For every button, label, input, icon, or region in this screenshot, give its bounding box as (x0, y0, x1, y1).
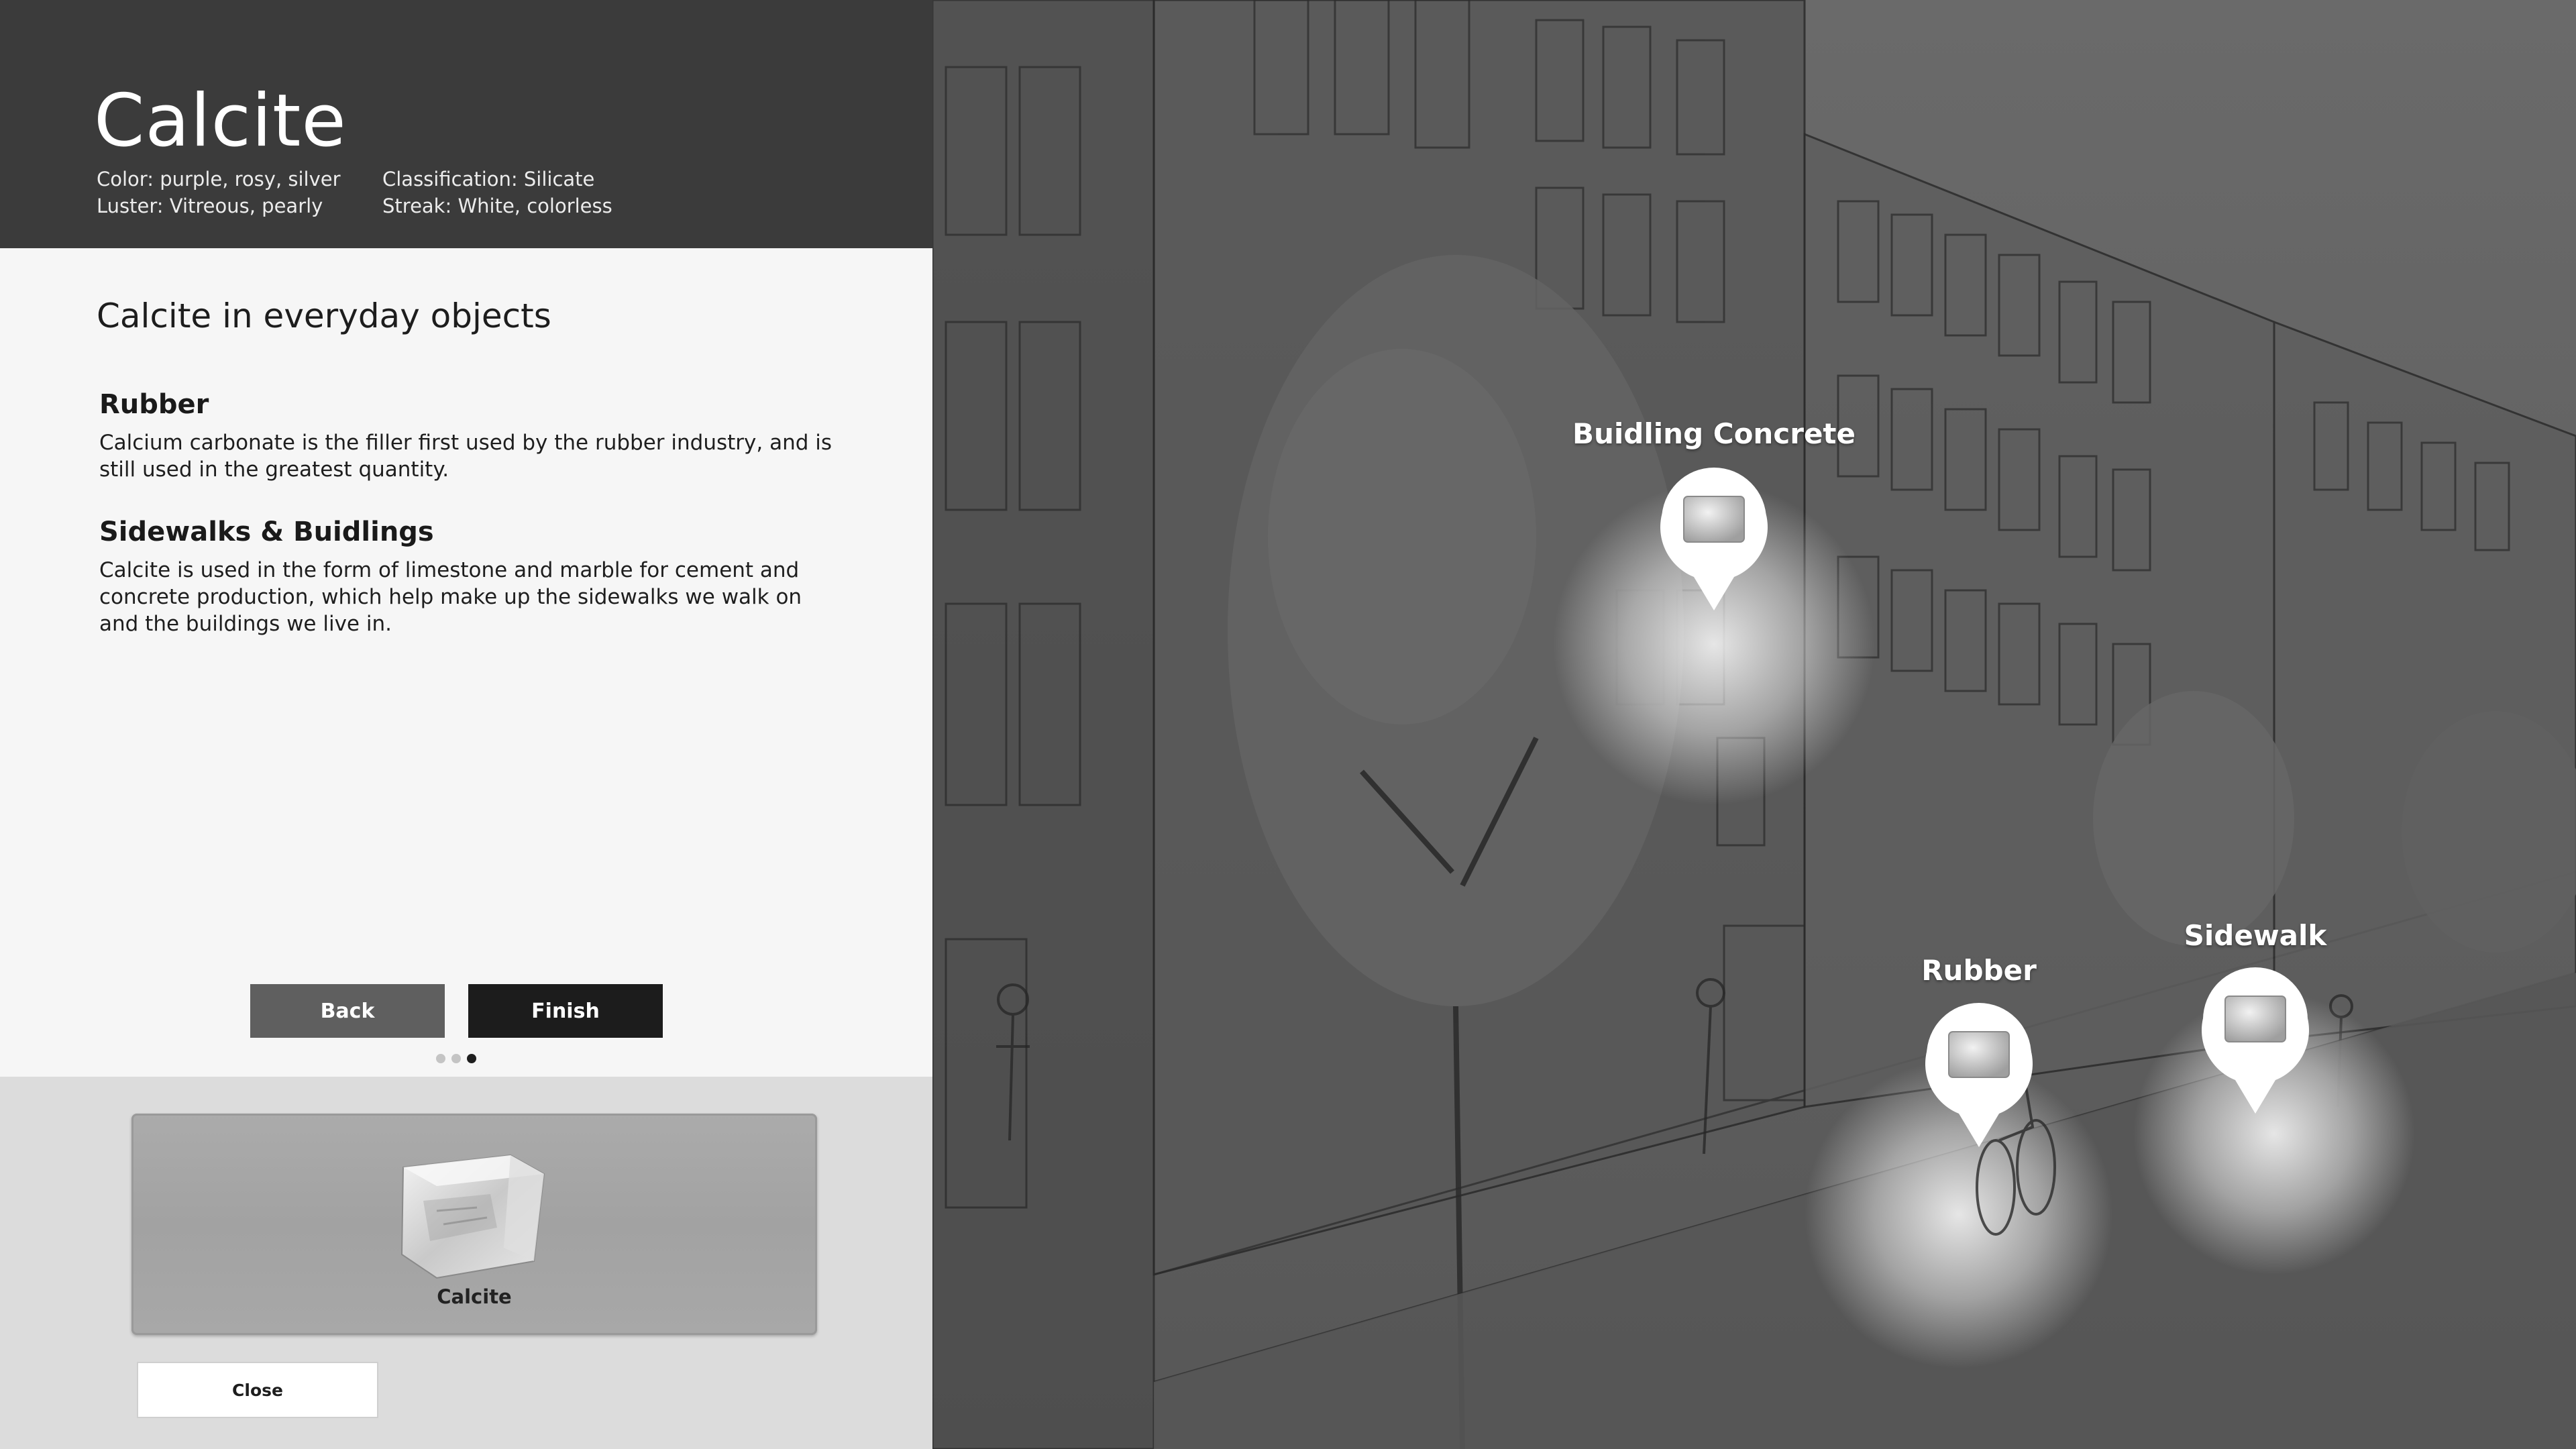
pin-label-rubber[interactable]: Rubber (1921, 954, 2037, 987)
content-area: Calcite in everyday objects Rubber Calci… (0, 248, 932, 1077)
info-panel: Calcite Color: purple, rosy, silver Lust… (0, 0, 932, 1449)
mineral-name: Calcite (94, 79, 347, 163)
page-dot-3-active[interactable] (467, 1054, 476, 1063)
street-scene: Buidling Concrete Rubber Sidewalk (932, 0, 2576, 1449)
mineral-card[interactable]: Calcite (131, 1114, 817, 1335)
close-button[interactable]: Close (137, 1362, 378, 1418)
mineral-classification: Classification: Silicate (382, 168, 595, 191)
page-dot-2[interactable] (451, 1054, 461, 1063)
card-label: Calcite (437, 1285, 512, 1308)
item-body-rubber: Calcium carbonate is the filler first us… (99, 431, 833, 482)
pin-label-building-concrete[interactable]: Buidling Concrete (1572, 417, 1856, 450)
item-title-rubber: Rubber (99, 389, 209, 420)
calcite-crystal-icon (400, 1154, 545, 1279)
collection-tray: Calcite Close (0, 1077, 932, 1449)
mineral-color: Color: purple, rosy, silver (97, 168, 341, 191)
back-button[interactable]: Back (250, 984, 445, 1038)
item-body-sidewalks: Calcite is used in the form of limestone… (99, 558, 802, 636)
page-dot-1[interactable] (436, 1054, 445, 1063)
mineral-header: Calcite Color: purple, rosy, silver Lust… (0, 0, 932, 248)
section-title: Calcite in everyday objects (97, 297, 551, 335)
finish-button[interactable]: Finish (468, 984, 663, 1038)
mineral-luster: Luster: Vitreous, pearly (97, 195, 323, 217)
street-sketch-illustration (932, 0, 2576, 1449)
pin-label-sidewalk[interactable]: Sidewalk (2184, 919, 2327, 952)
mineral-streak: Streak: White, colorless (382, 195, 612, 217)
item-title-sidewalks: Sidewalks & Buidlings (99, 517, 434, 547)
